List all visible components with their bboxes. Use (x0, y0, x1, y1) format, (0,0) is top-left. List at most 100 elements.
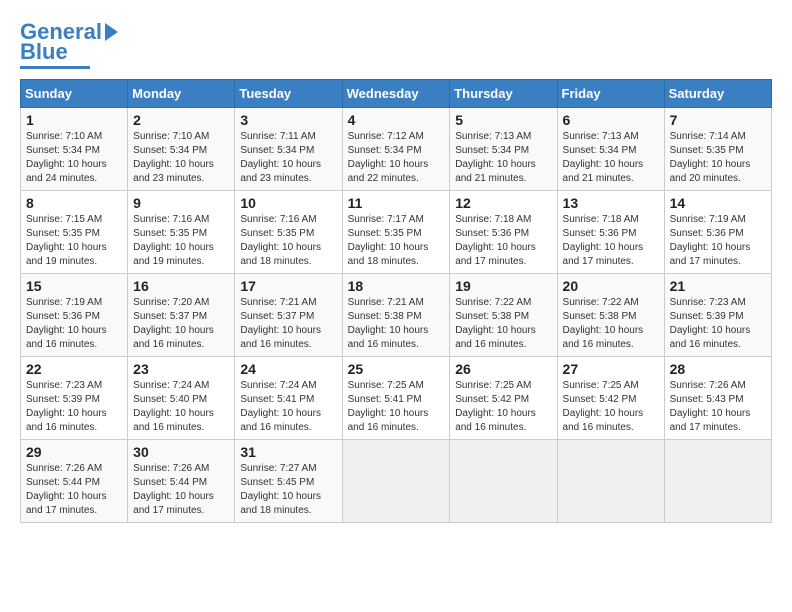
day-number: 17 (240, 278, 336, 294)
calendar-table: SundayMondayTuesdayWednesdayThursdayFrid… (20, 79, 772, 523)
day-number: 4 (348, 112, 445, 128)
calendar-cell: 6 Sunrise: 7:13 AM Sunset: 5:34 PM Daylig… (557, 108, 664, 191)
cell-info: Sunrise: 7:24 AM Sunset: 5:40 PM Dayligh… (133, 379, 229, 435)
cell-info: Sunrise: 7:25 AM Sunset: 5:42 PM Dayligh… (563, 379, 659, 435)
cell-info: Sunrise: 7:21 AM Sunset: 5:37 PM Dayligh… (240, 296, 336, 352)
weekday-header: Tuesday (235, 80, 342, 108)
cell-info: Sunrise: 7:15 AM Sunset: 5:35 PM Dayligh… (26, 213, 122, 269)
weekday-header: Wednesday (342, 80, 450, 108)
calendar-cell: 11 Sunrise: 7:17 AM Sunset: 5:35 PM Dayli… (342, 191, 450, 274)
calendar-week-row: 15 Sunrise: 7:19 AM Sunset: 5:36 PM Dayli… (21, 274, 772, 357)
day-number: 14 (670, 195, 766, 211)
calendar-cell: 26 Sunrise: 7:25 AM Sunset: 5:42 PM Dayli… (450, 357, 557, 440)
weekday-header: Friday (557, 80, 664, 108)
calendar-cell: 7 Sunrise: 7:14 AM Sunset: 5:35 PM Daylig… (664, 108, 771, 191)
cell-info: Sunrise: 7:13 AM Sunset: 5:34 PM Dayligh… (455, 130, 551, 186)
weekday-header: Sunday (21, 80, 128, 108)
cell-info: Sunrise: 7:26 AM Sunset: 5:44 PM Dayligh… (133, 462, 229, 518)
calendar-cell: 20 Sunrise: 7:22 AM Sunset: 5:38 PM Dayli… (557, 274, 664, 357)
calendar-cell: 27 Sunrise: 7:25 AM Sunset: 5:42 PM Dayli… (557, 357, 664, 440)
cell-info: Sunrise: 7:17 AM Sunset: 5:35 PM Dayligh… (348, 213, 445, 269)
cell-info: Sunrise: 7:24 AM Sunset: 5:41 PM Dayligh… (240, 379, 336, 435)
cell-info: Sunrise: 7:20 AM Sunset: 5:37 PM Dayligh… (133, 296, 229, 352)
logo-arrow-icon (105, 23, 118, 41)
day-number: 28 (670, 361, 766, 377)
day-number: 2 (133, 112, 229, 128)
logo: General Blue (20, 20, 118, 69)
calendar-cell (557, 440, 664, 523)
day-number: 30 (133, 444, 229, 460)
cell-info: Sunrise: 7:23 AM Sunset: 5:39 PM Dayligh… (26, 379, 122, 435)
cell-info: Sunrise: 7:26 AM Sunset: 5:43 PM Dayligh… (670, 379, 766, 435)
calendar-cell: 29Sunrise: 7:26 AM Sunset: 5:44 PM Dayli… (21, 440, 128, 523)
day-number: 6 (563, 112, 659, 128)
cell-info: Sunrise: 7:21 AM Sunset: 5:38 PM Dayligh… (348, 296, 445, 352)
day-number: 19 (455, 278, 551, 294)
calendar-cell: 15 Sunrise: 7:19 AM Sunset: 5:36 PM Dayli… (21, 274, 128, 357)
cell-info: Sunrise: 7:19 AM Sunset: 5:36 PM Dayligh… (670, 213, 766, 269)
calendar-cell: 9 Sunrise: 7:16 AM Sunset: 5:35 PM Daylig… (128, 191, 235, 274)
calendar-cell: 22 Sunrise: 7:23 AM Sunset: 5:39 PM Dayli… (21, 357, 128, 440)
cell-info: Sunrise: 7:18 AM Sunset: 5:36 PM Dayligh… (563, 213, 659, 269)
day-number: 29 (26, 444, 122, 460)
calendar-cell (450, 440, 557, 523)
calendar-cell: 3 Sunrise: 7:11 AM Sunset: 5:34 PM Daylig… (235, 108, 342, 191)
day-number: 26 (455, 361, 551, 377)
day-number: 31 (240, 444, 336, 460)
day-number: 8 (26, 195, 122, 211)
calendar-week-row: 1Sunrise: 7:10 AM Sunset: 5:34 PM Daylig… (21, 108, 772, 191)
day-number: 3 (240, 112, 336, 128)
day-number: 12 (455, 195, 551, 211)
cell-info: Sunrise: 7:18 AM Sunset: 5:36 PM Dayligh… (455, 213, 551, 269)
cell-info: Sunrise: 7:25 AM Sunset: 5:41 PM Dayligh… (348, 379, 445, 435)
cell-info: Sunrise: 7:10 AM Sunset: 5:34 PM Dayligh… (26, 130, 122, 186)
calendar-cell: 31 Sunrise: 7:27 AM Sunset: 5:45 PM Dayli… (235, 440, 342, 523)
day-number: 23 (133, 361, 229, 377)
day-number: 11 (348, 195, 445, 211)
day-number: 7 (670, 112, 766, 128)
cell-info: Sunrise: 7:11 AM Sunset: 5:34 PM Dayligh… (240, 130, 336, 186)
day-number: 10 (240, 195, 336, 211)
calendar-cell: 19 Sunrise: 7:22 AM Sunset: 5:38 PM Dayli… (450, 274, 557, 357)
calendar-cell: 13Sunrise: 7:18 AM Sunset: 5:36 PM Dayli… (557, 191, 664, 274)
calendar-cell: 28 Sunrise: 7:26 AM Sunset: 5:43 PM Dayli… (664, 357, 771, 440)
calendar-cell: 18 Sunrise: 7:21 AM Sunset: 5:38 PM Dayli… (342, 274, 450, 357)
day-number: 27 (563, 361, 659, 377)
cell-info: Sunrise: 7:14 AM Sunset: 5:35 PM Dayligh… (670, 130, 766, 186)
calendar-cell: 1Sunrise: 7:10 AM Sunset: 5:34 PM Daylig… (21, 108, 128, 191)
day-number: 18 (348, 278, 445, 294)
calendar-cell: 14 Sunrise: 7:19 AM Sunset: 5:36 PM Dayli… (664, 191, 771, 274)
calendar-cell: 21 Sunrise: 7:23 AM Sunset: 5:39 PM Dayli… (664, 274, 771, 357)
day-number: 21 (670, 278, 766, 294)
calendar-header-row: SundayMondayTuesdayWednesdayThursdayFrid… (21, 80, 772, 108)
calendar-week-row: 8 Sunrise: 7:15 AM Sunset: 5:35 PM Daylig… (21, 191, 772, 274)
day-number: 24 (240, 361, 336, 377)
day-number: 22 (26, 361, 122, 377)
calendar-cell: 25 Sunrise: 7:25 AM Sunset: 5:41 PM Dayli… (342, 357, 450, 440)
calendar-cell: 4 Sunrise: 7:12 AM Sunset: 5:34 PM Daylig… (342, 108, 450, 191)
weekday-header: Thursday (450, 80, 557, 108)
day-number: 15 (26, 278, 122, 294)
calendar-week-row: 22 Sunrise: 7:23 AM Sunset: 5:39 PM Dayli… (21, 357, 772, 440)
cell-info: Sunrise: 7:22 AM Sunset: 5:38 PM Dayligh… (455, 296, 551, 352)
cell-info: Sunrise: 7:22 AM Sunset: 5:38 PM Dayligh… (563, 296, 659, 352)
calendar-cell: 16 Sunrise: 7:20 AM Sunset: 5:37 PM Dayli… (128, 274, 235, 357)
calendar-cell: 17 Sunrise: 7:21 AM Sunset: 5:37 PM Dayli… (235, 274, 342, 357)
day-number: 20 (563, 278, 659, 294)
cell-info: Sunrise: 7:13 AM Sunset: 5:34 PM Dayligh… (563, 130, 659, 186)
weekday-header: Monday (128, 80, 235, 108)
calendar-cell: 23 Sunrise: 7:24 AM Sunset: 5:40 PM Dayli… (128, 357, 235, 440)
cell-info: Sunrise: 7:23 AM Sunset: 5:39 PM Dayligh… (670, 296, 766, 352)
day-number: 5 (455, 112, 551, 128)
cell-info: Sunrise: 7:12 AM Sunset: 5:34 PM Dayligh… (348, 130, 445, 186)
cell-info: Sunrise: 7:19 AM Sunset: 5:36 PM Dayligh… (26, 296, 122, 352)
logo-underline (20, 66, 90, 69)
cell-info: Sunrise: 7:27 AM Sunset: 5:45 PM Dayligh… (240, 462, 336, 518)
day-number: 9 (133, 195, 229, 211)
day-number: 16 (133, 278, 229, 294)
day-number: 25 (348, 361, 445, 377)
cell-info: Sunrise: 7:16 AM Sunset: 5:35 PM Dayligh… (133, 213, 229, 269)
cell-info: Sunrise: 7:25 AM Sunset: 5:42 PM Dayligh… (455, 379, 551, 435)
calendar-cell: 2Sunrise: 7:10 AM Sunset: 5:34 PM Daylig… (128, 108, 235, 191)
calendar-cell: 24 Sunrise: 7:24 AM Sunset: 5:41 PM Dayli… (235, 357, 342, 440)
